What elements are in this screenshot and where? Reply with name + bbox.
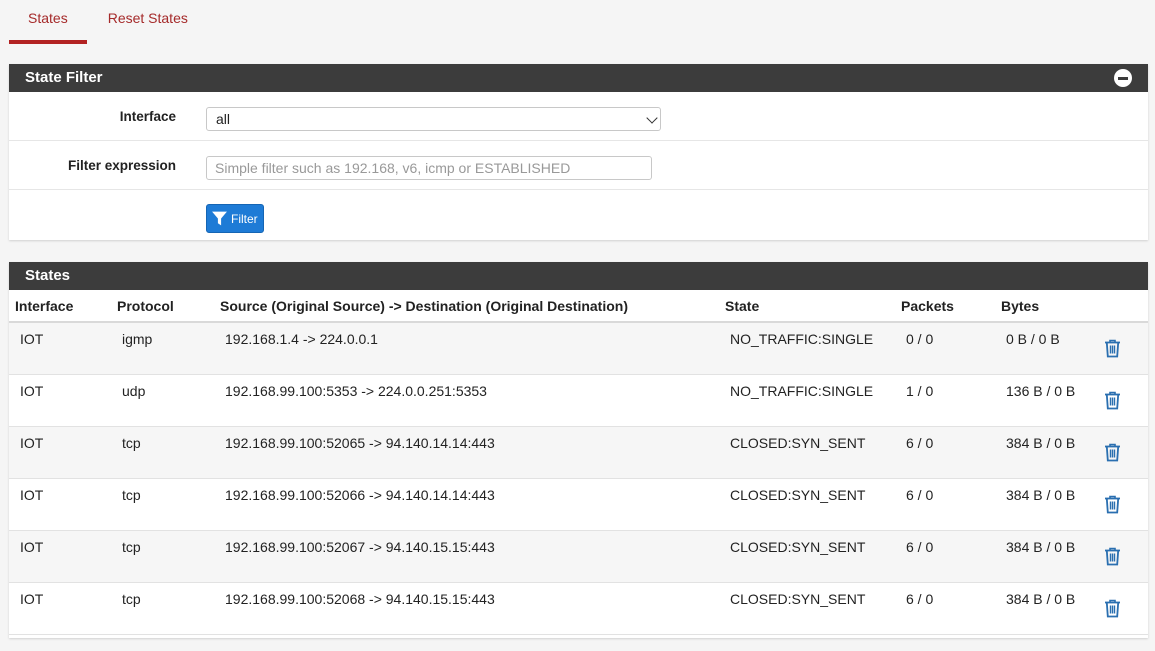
cell-connection: 192.168.1.4 -> 224.0.0.1 bbox=[220, 322, 725, 375]
cell-interface: IOT bbox=[9, 374, 117, 427]
states-heading: States bbox=[9, 262, 1148, 290]
cell-protocol: tcp bbox=[117, 478, 220, 531]
state-filter-heading: State Filter bbox=[9, 64, 1148, 92]
table-header-row: Interface Protocol Source (Original Sour… bbox=[9, 290, 1148, 323]
states-table: Interface Protocol Source (Original Sour… bbox=[9, 290, 1148, 635]
cell-actions bbox=[1104, 582, 1148, 635]
cell-connection: 192.168.99.100:52066 -> 94.140.14.14:443 bbox=[220, 478, 725, 531]
cell-actions bbox=[1104, 322, 1148, 375]
interface-row: Interface all bbox=[9, 92, 1148, 141]
trash-icon[interactable] bbox=[1104, 391, 1121, 413]
trash-icon[interactable] bbox=[1104, 443, 1121, 465]
cell-state: CLOSED:SYN_SENT bbox=[725, 582, 901, 635]
filter-button-label: Filter bbox=[231, 211, 258, 226]
trash-icon[interactable] bbox=[1104, 339, 1121, 361]
cell-protocol: igmp bbox=[117, 322, 220, 375]
minus-circle-icon[interactable] bbox=[1114, 69, 1132, 87]
states-title: States bbox=[25, 267, 71, 284]
cell-state: NO_TRAFFIC:SINGLE bbox=[725, 322, 901, 375]
cell-protocol: tcp bbox=[117, 582, 220, 635]
cell-actions bbox=[1104, 530, 1148, 583]
cell-actions bbox=[1104, 374, 1148, 427]
column-header-actions bbox=[1104, 290, 1148, 323]
cell-packets: 6 / 0 bbox=[901, 530, 1001, 583]
funnel-icon bbox=[212, 211, 227, 226]
cell-bytes: 384 B / 0 B bbox=[1001, 478, 1104, 531]
cell-bytes: 0 B / 0 B bbox=[1001, 322, 1104, 375]
column-header-connection[interactable]: Source (Original Source) -> Destination … bbox=[220, 290, 725, 323]
tab-bar: States Reset States bbox=[9, 0, 207, 44]
filter-button-row: Filter bbox=[9, 190, 1148, 240]
table-row: IOT tcp 192.168.99.100:52065 -> 94.140.14.… bbox=[9, 426, 1148, 479]
trash-icon[interactable] bbox=[1104, 495, 1121, 517]
column-header-interface[interactable]: Interface bbox=[9, 290, 117, 323]
column-header-packets[interactable]: Packets bbox=[901, 290, 1001, 323]
column-header-bytes[interactable]: Bytes bbox=[1001, 290, 1104, 323]
trash-icon[interactable] bbox=[1104, 547, 1121, 569]
state-filter-panel: State Filter Interface all Filter expres… bbox=[9, 64, 1148, 240]
filter-expression-row: Filter expression bbox=[9, 141, 1148, 190]
column-header-protocol[interactable]: Protocol bbox=[117, 290, 220, 323]
cell-actions bbox=[1104, 426, 1148, 479]
cell-interface: IOT bbox=[9, 582, 117, 635]
cell-state: CLOSED:SYN_SENT bbox=[725, 530, 901, 583]
cell-state: NO_TRAFFIC:SINGLE bbox=[725, 374, 901, 427]
tab-states[interactable]: States bbox=[9, 0, 87, 44]
chevron-down-icon bbox=[646, 112, 658, 124]
cell-packets: 6 / 0 bbox=[901, 478, 1001, 531]
cell-bytes: 384 B / 0 B bbox=[1001, 530, 1104, 583]
cell-interface: IOT bbox=[9, 478, 117, 531]
table-row: IOT udp 192.168.99.100:5353 -> 224.0.0.251… bbox=[9, 374, 1148, 427]
trash-icon[interactable] bbox=[1104, 599, 1121, 621]
cell-protocol: tcp bbox=[117, 426, 220, 479]
table-row: IOT igmp 192.168.1.4 -> 224.0.0.1 NO_TRAFFI… bbox=[9, 322, 1148, 375]
filter-button[interactable]: Filter bbox=[206, 204, 264, 233]
cell-bytes: 384 B / 0 B bbox=[1001, 426, 1104, 479]
cell-connection: 192.168.99.100:52068 -> 94.140.15.15:443 bbox=[220, 582, 725, 635]
table-row: IOT tcp 192.168.99.100:52066 -> 94.140.14.… bbox=[9, 478, 1148, 531]
interface-select[interactable]: all bbox=[206, 107, 661, 131]
cell-actions bbox=[1104, 478, 1148, 531]
cell-state: CLOSED:SYN_SENT bbox=[725, 478, 901, 531]
states-panel: States Interface Protocol Source (Origin… bbox=[9, 262, 1148, 638]
table-row: IOT tcp 192.168.99.100:52068 -> 94.140.15.… bbox=[9, 582, 1148, 635]
cell-state: CLOSED:SYN_SENT bbox=[725, 426, 901, 479]
cell-interface: IOT bbox=[9, 426, 117, 479]
tab-reset-states[interactable]: Reset States bbox=[87, 0, 207, 40]
column-header-state[interactable]: State bbox=[725, 290, 901, 323]
cell-packets: 6 / 0 bbox=[901, 426, 1001, 479]
interface-select-value: all bbox=[216, 111, 231, 127]
filter-expression-input[interactable] bbox=[206, 156, 652, 180]
cell-connection: 192.168.99.100:52067 -> 94.140.15.15:443 bbox=[220, 530, 725, 583]
cell-protocol: udp bbox=[117, 374, 220, 427]
interface-label: Interface bbox=[119, 109, 176, 124]
cell-connection: 192.168.99.100:5353 -> 224.0.0.251:5353 bbox=[220, 374, 725, 427]
cell-interface: IOT bbox=[9, 530, 117, 583]
cell-bytes: 384 B / 0 B bbox=[1001, 582, 1104, 635]
cell-interface: IOT bbox=[9, 322, 117, 375]
cell-connection: 192.168.99.100:52065 -> 94.140.14.14:443 bbox=[220, 426, 725, 479]
table-row: IOT tcp 192.168.99.100:52067 -> 94.140.15.… bbox=[9, 530, 1148, 583]
cell-protocol: tcp bbox=[117, 530, 220, 583]
cell-packets: 6 / 0 bbox=[901, 582, 1001, 635]
state-filter-title: State Filter bbox=[25, 69, 103, 86]
cell-packets: 1 / 0 bbox=[901, 374, 1001, 427]
cell-packets: 0 / 0 bbox=[901, 322, 1001, 375]
cell-bytes: 136 B / 0 B bbox=[1001, 374, 1104, 427]
filter-expression-label: Filter expression bbox=[67, 158, 176, 173]
